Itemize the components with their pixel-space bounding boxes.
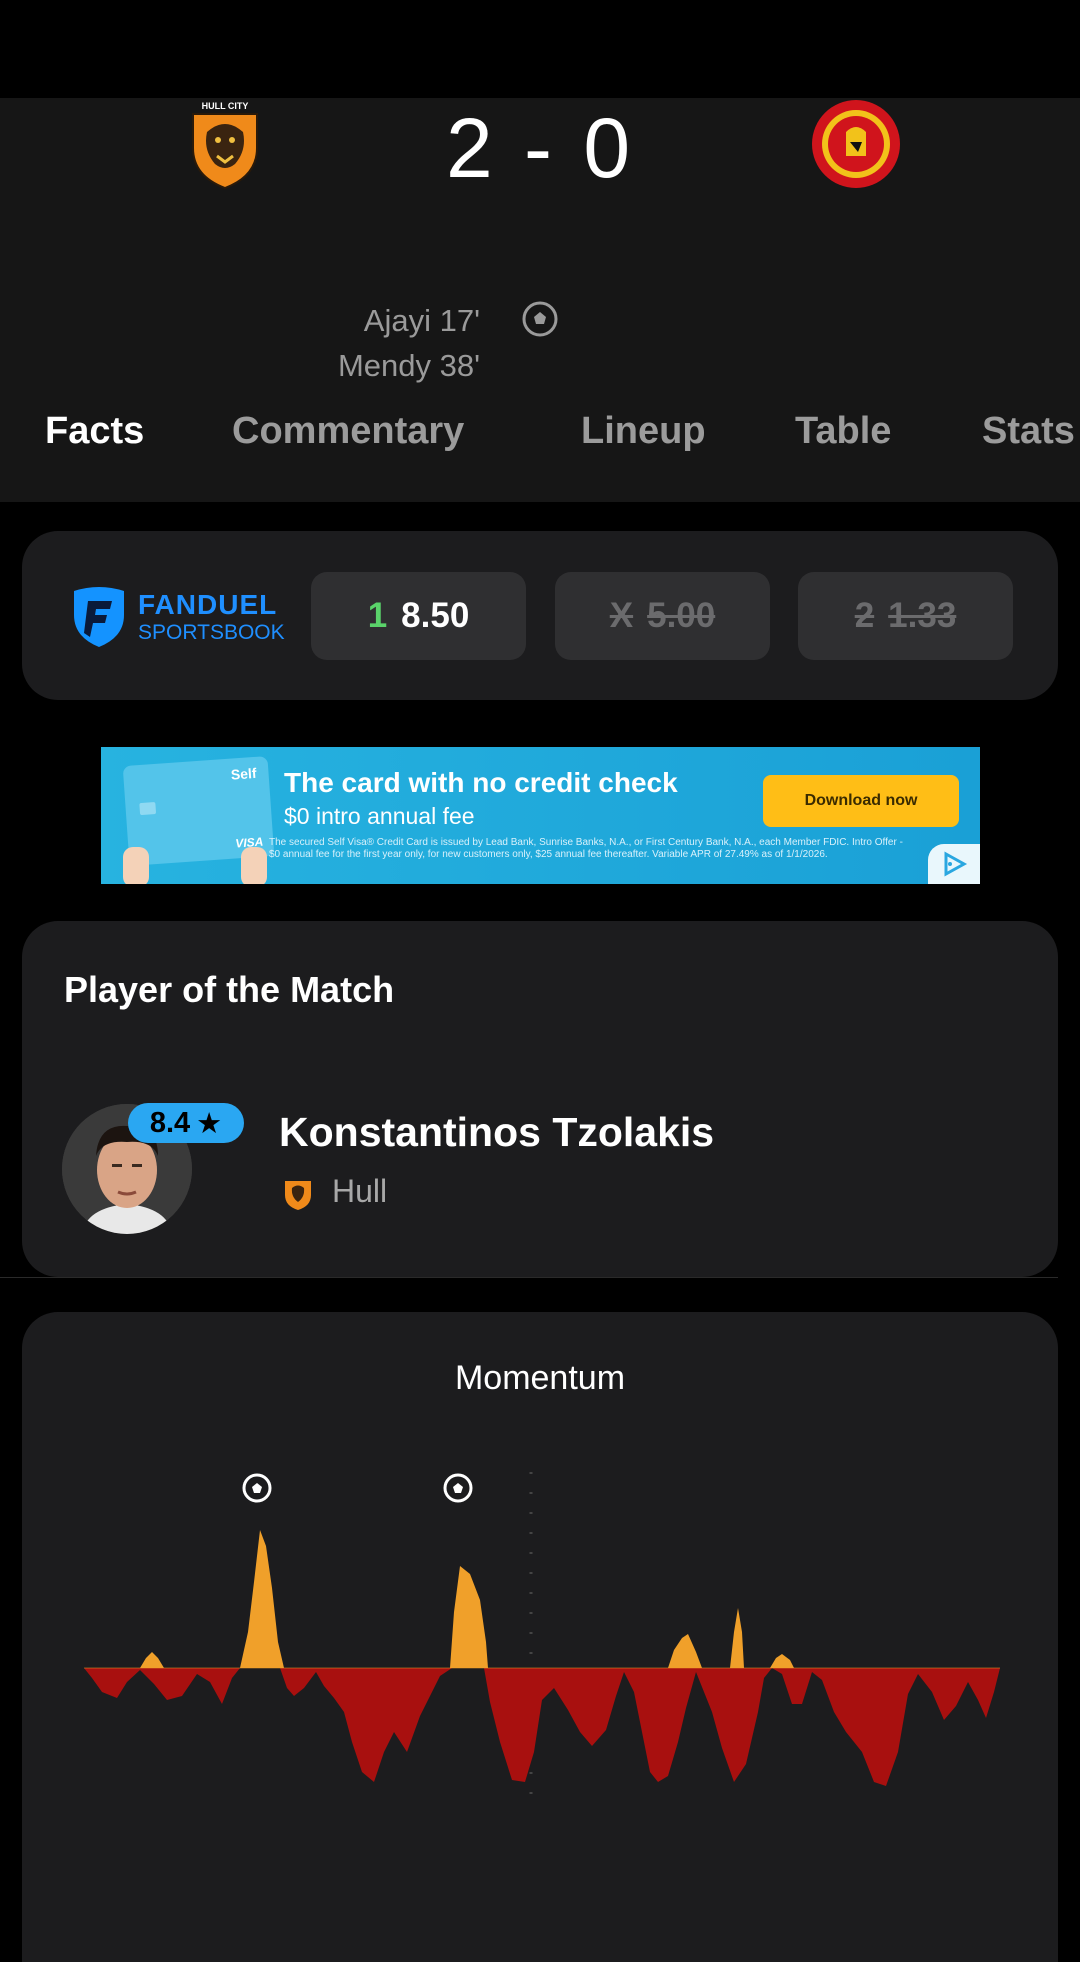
player-name: Konstantinos Tzolakis [279,1109,715,1155]
odds-home-label: 1 [367,596,388,635]
tab-lineup[interactable]: Lineup [581,410,706,453]
momentum-away-area [84,1668,1000,1786]
away-team-crest[interactable] [810,98,902,190]
odds-draw-button[interactable]: X 5.00 [555,572,770,660]
odds-home-button[interactable]: 1 8.50 [311,572,526,660]
adchoices-triangle-icon [944,851,968,877]
odds-card: FANDUEL SPORTSBOOK 1 8.50 X 5.00 2 1.33 [22,531,1058,700]
player-team-name: Hull [332,1173,388,1209]
ad-download-button[interactable]: Download now [763,775,959,827]
goal-scorers: Ajayi 17' Mendy 38' [338,298,480,388]
tab-stats[interactable]: Stats [982,410,1075,453]
player-rating-badge: 8.4 ★ [128,1103,244,1143]
player-rating-value: 8.4 [149,1106,191,1139]
match-tabs: Facts Commentary Lineup Table Stats [0,410,1080,462]
soccer-ball-icon [522,301,558,337]
odds-away-label: 2 [854,596,875,635]
ad-fine-print: The secured Self Visa® Credit Card is is… [269,837,903,860]
ad-subtitle: $0 intro annual fee [284,803,475,829]
goal-marker-2 [443,1473,473,1503]
ad-hand-right [241,847,267,884]
goal-marker-1 [242,1473,272,1503]
scorer-2: Mendy 38' [337,348,480,383]
fanduel-logo[interactable]: FANDUEL SPORTSBOOK [70,585,310,649]
player-of-the-match-card[interactable]: Player of the Match 8.4 ★ Konstantinos T… [22,921,1058,1277]
section-divider [0,1277,1058,1278]
fanduel-wordmark: FANDUEL [138,589,278,620]
hull-crest-icon [285,1181,311,1210]
adchoices-icon[interactable] [928,844,980,884]
star-icon: ★ [196,1107,223,1140]
odds-home-value: 8.50 [401,596,470,635]
card-chip-icon [139,801,157,816]
ad-hand-left [123,847,149,884]
tab-facts[interactable]: Facts [45,410,144,453]
odds-away-value: 1.33 [888,596,957,635]
tab-table[interactable]: Table [795,410,891,453]
scorer-1: Ajayi 17' [363,303,480,338]
match-score: 2 - 0 [445,101,635,195]
ad-title: The card with no credit check [284,767,678,798]
odds-away-button[interactable]: 2 1.33 [798,572,1013,660]
odds-draw-value: 5.00 [647,596,716,635]
potm-title: Player of the Match [64,969,395,1010]
ad-banner[interactable]: Self VISA The card with no credit check … [101,747,980,884]
momentum-chart [84,1472,1000,1802]
sportsbook-wordmark: SPORTSBOOK [138,621,285,644]
momentum-card: Momentum [22,1312,1058,1962]
odds-draw-label: X [609,596,634,635]
momentum-home-area [140,1530,794,1668]
ad-card-brand: Self [230,764,258,783]
tab-commentary[interactable]: Commentary [232,410,464,453]
fanduel-shield-icon [74,587,124,647]
